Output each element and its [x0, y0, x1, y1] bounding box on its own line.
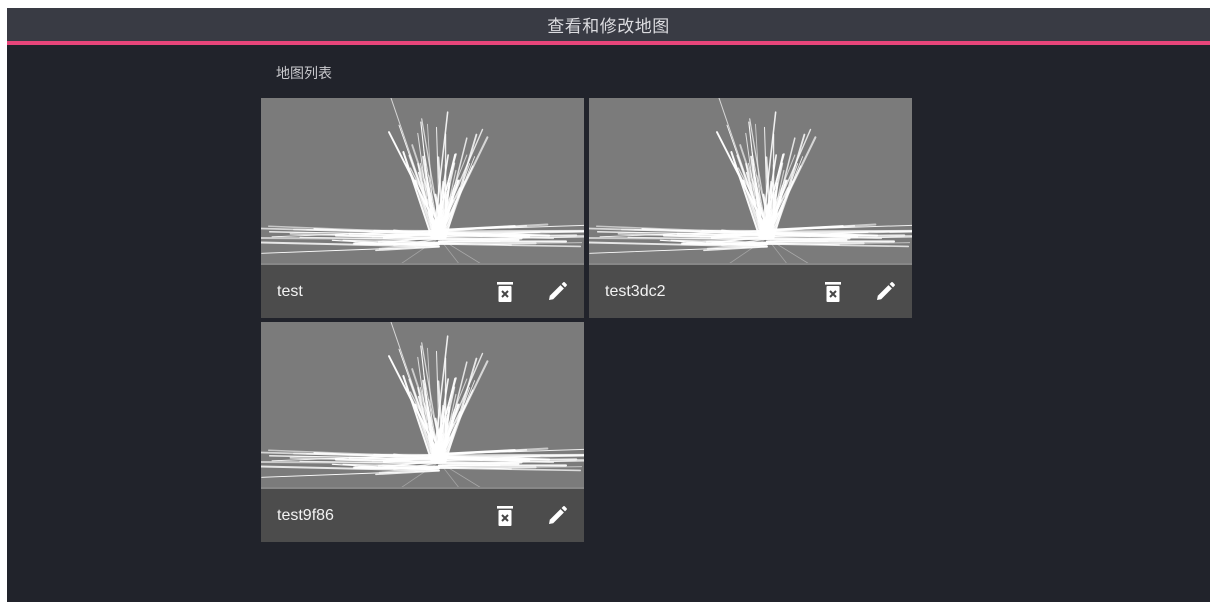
pencil-icon — [549, 281, 567, 300]
trash-x-icon — [497, 281, 513, 302]
map-name: test9f86 — [277, 506, 334, 524]
header-bar: 查看和修改地图 — [7, 8, 1210, 45]
map-card[interactable]: test — [261, 98, 584, 318]
app-frame: 查看和修改地图 地图列表 test test3dc2 test9f86 — [7, 8, 1210, 602]
edit-button[interactable] — [544, 279, 570, 305]
card-footer: test9f86 — [261, 489, 584, 542]
map-list-heading: 地图列表 — [276, 65, 332, 81]
delete-button[interactable] — [492, 503, 518, 529]
map-name: test — [277, 282, 303, 300]
card-footer: test3dc2 — [589, 265, 912, 318]
page-title: 查看和修改地图 — [547, 17, 670, 36]
card-footer: test — [261, 265, 584, 318]
trash-x-icon — [825, 281, 841, 302]
map-card[interactable]: test9f86 — [261, 322, 584, 542]
pencil-icon — [877, 281, 895, 300]
map-name: test3dc2 — [605, 282, 666, 300]
map-card[interactable]: test3dc2 — [589, 98, 912, 318]
pencil-icon — [549, 505, 567, 524]
trash-x-icon — [497, 505, 513, 526]
edit-button[interactable] — [872, 279, 898, 305]
delete-button[interactable] — [820, 279, 846, 305]
edit-button[interactable] — [544, 503, 570, 529]
delete-button[interactable] — [492, 279, 518, 305]
